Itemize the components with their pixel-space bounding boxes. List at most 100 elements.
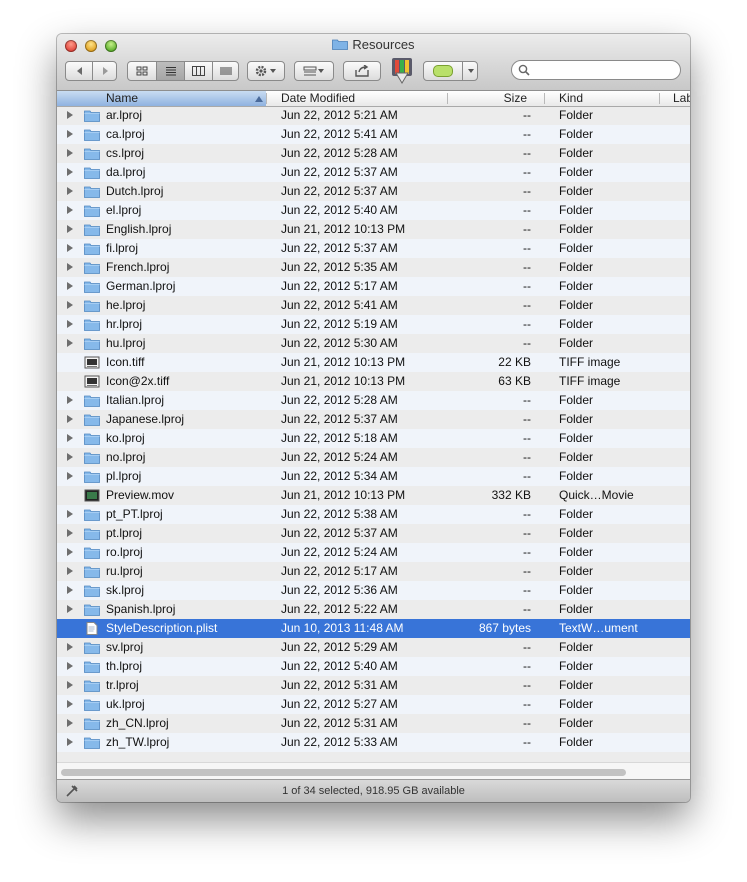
column-header-label[interactable]: Lab xyxy=(660,91,690,106)
disclosure-triangle-icon[interactable] xyxy=(67,282,73,290)
file-date: Jun 22, 2012 5:31 AM xyxy=(281,716,398,730)
file-row[interactable]: ca.lproj Jun 22, 2012 5:41 AM -- Folder xyxy=(57,125,690,144)
disclosure-triangle-icon[interactable] xyxy=(67,681,73,689)
disclosure-triangle-icon[interactable] xyxy=(67,225,73,233)
disclosure-triangle-icon[interactable] xyxy=(67,738,73,746)
file-row[interactable]: Japanese.lproj Jun 22, 2012 5:37 AM -- Fold… xyxy=(57,410,690,429)
horizontal-scrollbar[interactable] xyxy=(57,762,690,780)
disclosure-triangle-icon[interactable] xyxy=(67,510,73,518)
file-kind: Folder xyxy=(559,564,594,578)
file-row[interactable]: Italian.lproj Jun 22, 2012 5:28 AM -- Folde… xyxy=(57,391,690,410)
file-row[interactable]: Icon@2x.tiff Jun 21, 2012 10:13 PM 63 KB TI… xyxy=(57,372,690,391)
icon-view-button[interactable] xyxy=(128,62,156,80)
search-field[interactable] xyxy=(511,60,681,80)
disclosure-triangle-icon[interactable] xyxy=(67,396,73,404)
file-row[interactable]: pt.lproj Jun 22, 2012 5:37 AM -- Folder xyxy=(57,524,690,543)
label-color-control[interactable] xyxy=(423,61,478,81)
disclosure-triangle-icon[interactable] xyxy=(67,301,73,309)
file-row[interactable]: StyleDescription.plist Jun 10, 2013 11:48… xyxy=(57,619,690,638)
disclosure-triangle-icon[interactable] xyxy=(67,320,73,328)
file-row[interactable]: tr.lproj Jun 22, 2012 5:31 AM -- Folder xyxy=(57,676,690,695)
file-row[interactable]: hu.lproj Jun 22, 2012 5:30 AM -- Folder xyxy=(57,334,690,353)
file-row[interactable]: pl.lproj Jun 22, 2012 5:34 AM -- Folder xyxy=(57,467,690,486)
disclosure-triangle-icon[interactable] xyxy=(67,605,73,613)
file-size: -- xyxy=(523,108,531,122)
search-input[interactable] xyxy=(532,63,676,79)
file-row[interactable]: he.lproj Jun 22, 2012 5:41 AM -- Folder xyxy=(57,296,690,315)
column-header-date[interactable]: Date Modified xyxy=(267,91,447,106)
disclosure-triangle-icon[interactable] xyxy=(67,130,73,138)
file-row[interactable]: no.lproj Jun 22, 2012 5:24 AM -- Folder xyxy=(57,448,690,467)
file-row[interactable]: ru.lproj Jun 22, 2012 5:17 AM -- Folder xyxy=(57,562,690,581)
file-row[interactable]: zh_CN.lproj Jun 22, 2012 5:31 AM -- Folder xyxy=(57,714,690,733)
column-view-button[interactable] xyxy=(184,62,212,80)
file-row[interactable]: sv.lproj Jun 22, 2012 5:29 AM -- Folder xyxy=(57,638,690,657)
coverflow-view-button[interactable] xyxy=(212,62,240,80)
file-row[interactable]: French.lproj Jun 22, 2012 5:35 AM -- Folder xyxy=(57,258,690,277)
forward-button[interactable] xyxy=(92,62,118,80)
arrange-button[interactable] xyxy=(294,61,334,81)
finder-window: Resources Name Date Modified Size Kind L… xyxy=(57,34,690,802)
file-row[interactable]: English.lproj Jun 21, 2012 10:13 PM -- Fold… xyxy=(57,220,690,239)
file-row[interactable]: uk.lproj Jun 22, 2012 5:27 AM -- Folder xyxy=(57,695,690,714)
file-row[interactable]: Icon.tiff Jun 21, 2012 10:13 PM 22 KB TIFF … xyxy=(57,353,690,372)
disclosure-triangle-icon[interactable] xyxy=(67,434,73,442)
file-name: Japanese.lproj xyxy=(106,412,185,426)
list-view-button[interactable] xyxy=(156,62,184,80)
column-header-name[interactable]: Name xyxy=(57,91,266,106)
file-row[interactable]: da.lproj Jun 22, 2012 5:37 AM -- Folder xyxy=(57,163,690,182)
disclosure-triangle-icon[interactable] xyxy=(67,244,73,252)
disclosure-triangle-icon[interactable] xyxy=(67,567,73,575)
file-row[interactable]: German.lproj Jun 22, 2012 5:17 AM -- Folder xyxy=(57,277,690,296)
file-row[interactable]: ar.lproj Jun 22, 2012 5:21 AM -- Folder xyxy=(57,106,690,125)
folder-icon xyxy=(84,661,100,673)
disclosure-triangle-icon[interactable] xyxy=(67,415,73,423)
disclosure-triangle-icon[interactable] xyxy=(67,548,73,556)
file-size: -- xyxy=(523,412,531,426)
file-row[interactable]: el.lproj Jun 22, 2012 5:40 AM -- Folder xyxy=(57,201,690,220)
disclosure-triangle-icon[interactable] xyxy=(67,472,73,480)
action-button[interactable] xyxy=(247,61,285,81)
scrollbar-thumb[interactable] xyxy=(61,769,626,776)
disclosure-triangle-icon[interactable] xyxy=(67,149,73,157)
file-row[interactable]: pt_PT.lproj Jun 22, 2012 5:38 AM -- Folder xyxy=(57,505,690,524)
disclosure-triangle-icon[interactable] xyxy=(67,168,73,176)
disclosure-triangle-icon[interactable] xyxy=(67,206,73,214)
file-row[interactable]: ro.lproj Jun 22, 2012 5:24 AM -- Folder xyxy=(57,543,690,562)
download-app-icon[interactable] xyxy=(389,57,415,85)
file-row[interactable]: hr.lproj Jun 22, 2012 5:19 AM -- Folder xyxy=(57,315,690,334)
disclosure-triangle-icon[interactable] xyxy=(67,700,73,708)
file-row[interactable]: sk.lproj Jun 22, 2012 5:36 AM -- Folder xyxy=(57,581,690,600)
file-kind: Folder xyxy=(559,108,594,122)
folder-icon xyxy=(84,281,100,293)
file-row[interactable]: cs.lproj Jun 22, 2012 5:28 AM -- Folder xyxy=(57,144,690,163)
disclosure-triangle-icon[interactable] xyxy=(67,662,73,670)
file-kind: Folder xyxy=(559,184,594,198)
share-button[interactable] xyxy=(343,61,381,81)
file-row[interactable]: Preview.mov Jun 21, 2012 10:13 PM 332 KB Qu… xyxy=(57,486,690,505)
disclosure-triangle-icon[interactable] xyxy=(67,111,73,119)
file-size: -- xyxy=(523,146,531,160)
file-size: -- xyxy=(523,678,531,692)
disclosure-triangle-icon[interactable] xyxy=(67,187,73,195)
disclosure-triangle-icon[interactable] xyxy=(67,339,73,347)
disclosure-triangle-icon[interactable] xyxy=(67,586,73,594)
file-row[interactable]: fi.lproj Jun 22, 2012 5:37 AM -- Folder xyxy=(57,239,690,258)
file-row[interactable]: th.lproj Jun 22, 2012 5:40 AM -- Folder xyxy=(57,657,690,676)
disclosure-triangle-icon[interactable] xyxy=(67,643,73,651)
column-header-size[interactable]: Size xyxy=(448,91,544,106)
column-header-kind[interactable]: Kind xyxy=(545,91,659,106)
disclosure-triangle-icon[interactable] xyxy=(67,263,73,271)
share-content xyxy=(344,62,380,80)
file-row[interactable]: zh_TW.lproj Jun 22, 2012 5:33 AM -- Folder xyxy=(57,733,690,752)
file-row[interactable]: ko.lproj Jun 22, 2012 5:18 AM -- Folder xyxy=(57,429,690,448)
disclosure-triangle-icon[interactable] xyxy=(67,453,73,461)
file-size: -- xyxy=(523,507,531,521)
back-button[interactable] xyxy=(66,62,92,80)
file-row[interactable]: Dutch.lproj Jun 22, 2012 5:37 AM -- Folder xyxy=(57,182,690,201)
disclosure-triangle-icon[interactable] xyxy=(67,719,73,727)
file-name: zh_CN.lproj xyxy=(106,716,169,730)
file-row[interactable]: Spanish.lproj Jun 22, 2012 5:22 AM -- Folde… xyxy=(57,600,690,619)
file-date: Jun 22, 2012 5:33 AM xyxy=(281,735,398,749)
disclosure-triangle-icon[interactable] xyxy=(67,529,73,537)
